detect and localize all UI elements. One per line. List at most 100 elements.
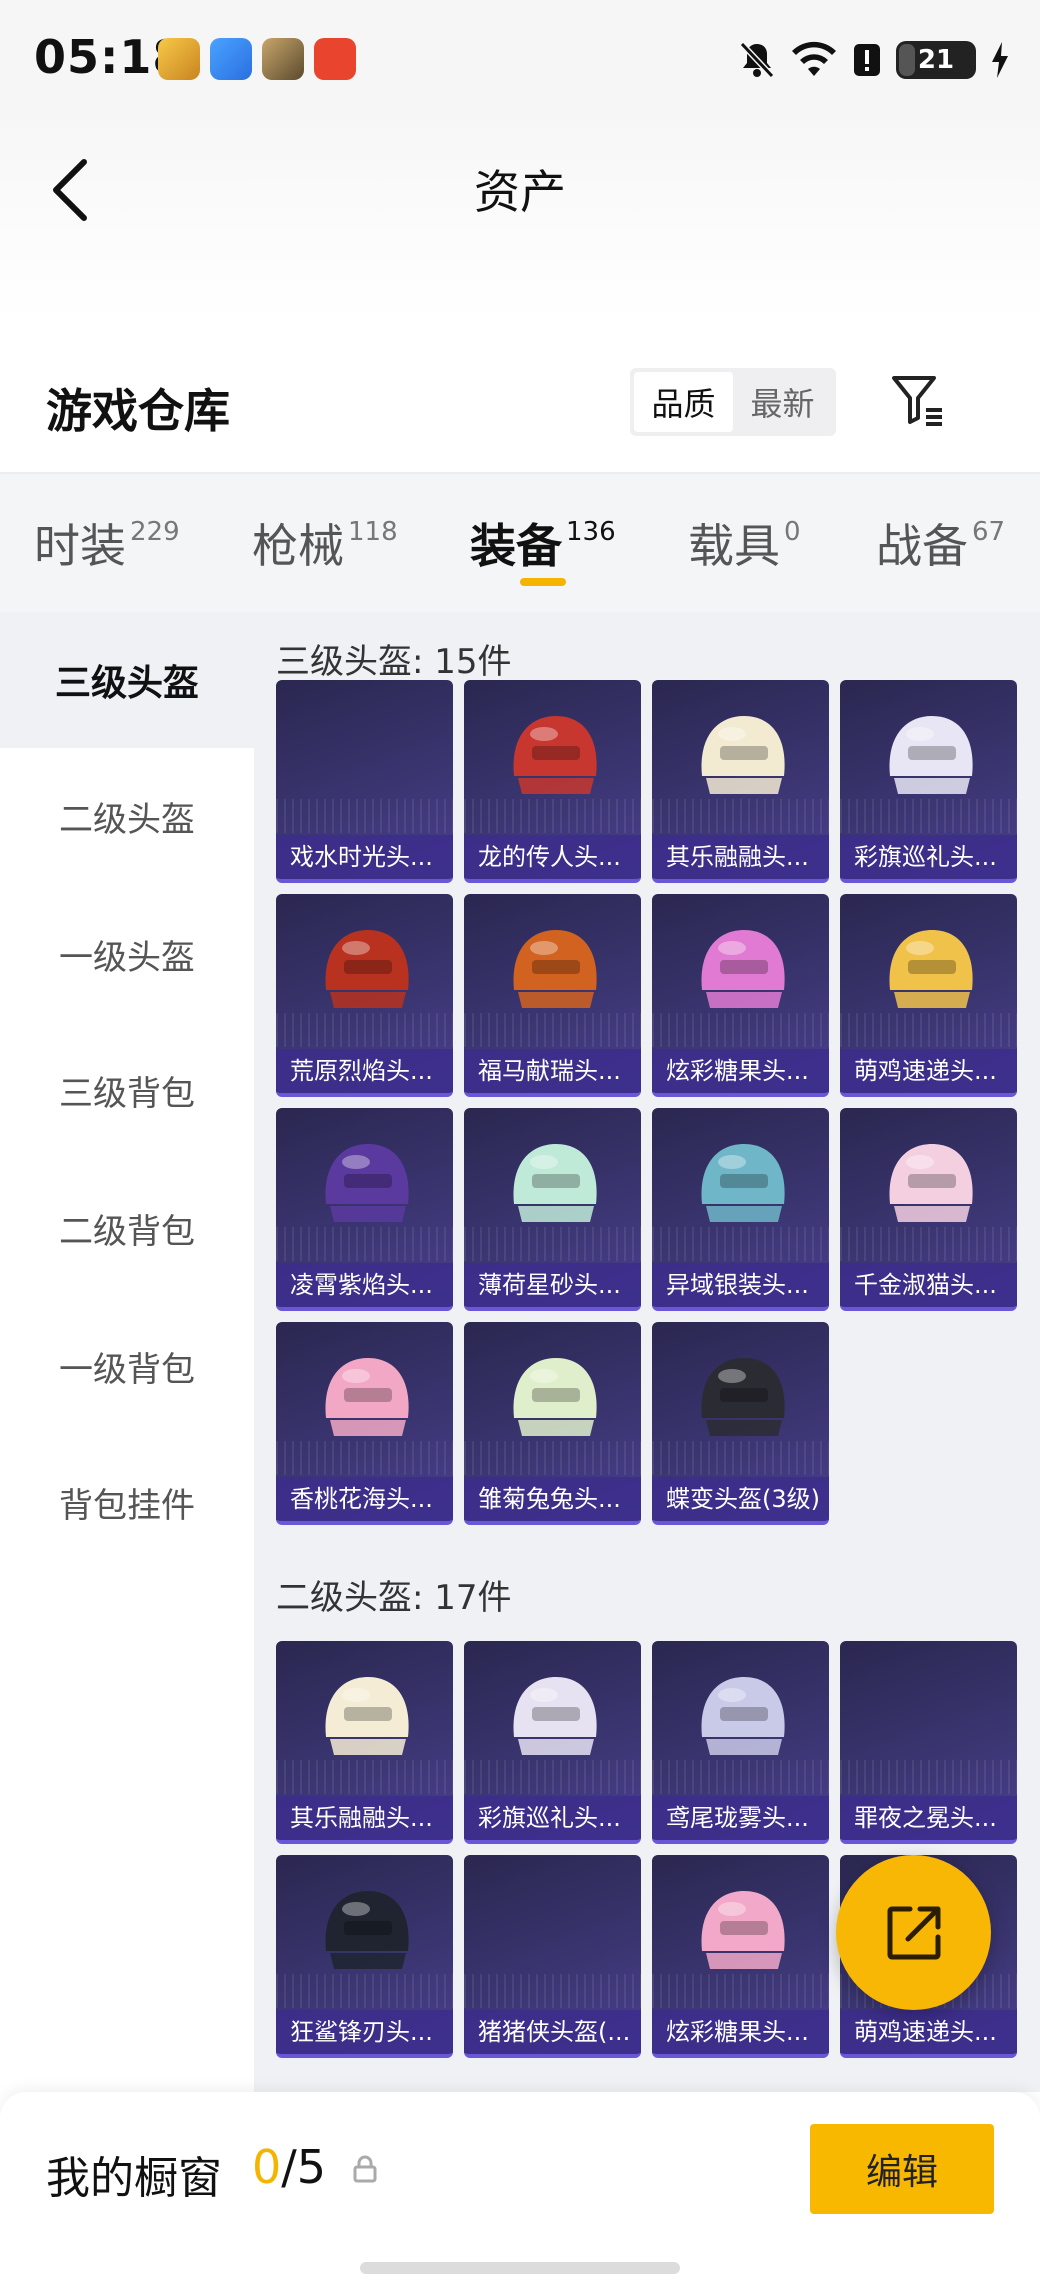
share-button[interactable] [836, 1855, 991, 2010]
item-card-label: 罪夜之冕头... [840, 1796, 1017, 1840]
item-card-label: 福马献瑞头... [464, 1049, 641, 1093]
helmet-icon [701, 716, 785, 794]
helmet-icon [889, 716, 973, 794]
helmet-icon [701, 1677, 785, 1755]
item-card[interactable]: 萌鸡速递头... [840, 894, 1017, 1097]
battery-indicator: 21 [896, 41, 976, 79]
sort-by-latest[interactable]: 最新 [733, 372, 832, 432]
item-card[interactable]: 福马献瑞头... [464, 894, 641, 1097]
helmet-icon [889, 1144, 973, 1222]
tab-fashion[interactable]: 时装 229 [34, 510, 180, 576]
helmet-icon [513, 716, 597, 794]
sidebar-item-backpack-charm[interactable]: 背包挂件 [0, 1434, 254, 1570]
item-card[interactable]: 炫彩糖果头... [652, 894, 829, 1097]
showcase-label: 我的橱窗 [46, 2153, 222, 2204]
item-card[interactable]: 异域银装头... [652, 1108, 829, 1311]
item-card-label: 异域银装头... [652, 1263, 829, 1307]
helmet-icon [889, 930, 973, 1008]
item-card-label: 狂鲨锋刃头... [276, 2010, 453, 2054]
helmet-icon [325, 930, 409, 1008]
item-card[interactable]: 彩旗巡礼头... [464, 1641, 641, 1844]
warehouse-title: 游戏仓库 [46, 384, 230, 438]
item-card-label: 炫彩糖果头... [652, 2010, 829, 2054]
item-card[interactable]: 雏菊兔兔头... [464, 1322, 641, 1525]
item-card-label: 萌鸡速递头... [840, 2010, 1017, 2054]
item-card[interactable]: 荒原烈焰头... [276, 894, 453, 1097]
helmet-icon [701, 1358, 785, 1436]
active-tab-indicator [520, 578, 566, 586]
item-card-label: 戏水时光头... [276, 835, 453, 879]
tab-weapons[interactable]: 枪械 118 [252, 510, 398, 576]
category-tabs: 时装 229 枪械 118 装备 136 载具 0 战备 67 [0, 472, 1040, 612]
item-card[interactable]: 龙的传人头... [464, 680, 641, 883]
helmet-icon [701, 1891, 785, 1969]
sidebar-item-level3-helmet[interactable]: 三级头盔 [0, 612, 254, 748]
helmet-icon [325, 1144, 409, 1222]
item-card-label: 猪猪侠头盔(... [464, 2010, 641, 2054]
helmet-icon [325, 1358, 409, 1436]
item-card-label: 蝶变头盔(3级) [652, 1477, 829, 1521]
item-card-label: 彩旗巡礼头... [840, 835, 1017, 879]
filter-icon [892, 376, 942, 426]
item-card-label: 萌鸡速递头... [840, 1049, 1017, 1093]
tab-vehicles[interactable]: 载具 0 [688, 510, 801, 576]
item-card[interactable]: 戏水时光头... [276, 680, 453, 883]
sort-toggle: 品质 最新 [630, 368, 836, 436]
item-card-label: 千金淑猫头... [840, 1263, 1017, 1307]
share-icon [887, 1906, 940, 1959]
mute-bell-icon [739, 41, 775, 79]
page-title: 资产 [474, 165, 566, 219]
helmet-icon [701, 930, 785, 1008]
lock-icon [353, 2155, 377, 2183]
security-app-icon [314, 38, 356, 80]
sidebar-item-level3-backpack[interactable]: 三级背包 [0, 1022, 254, 1158]
alert-icon [854, 44, 880, 76]
status-bar: 05:18 21 [0, 0, 1040, 120]
item-card[interactable]: 千金淑猫头... [840, 1108, 1017, 1311]
helmet-icon [513, 930, 597, 1008]
item-card[interactable]: 猪猪侠头盔(... [464, 1855, 641, 2058]
game-app-icon [158, 38, 200, 80]
sidebar-item-level1-helmet[interactable]: 一级头盔 [0, 886, 254, 1022]
item-card-label: 鸢尾珑雾头... [652, 1796, 829, 1840]
item-card-label: 其乐融融头... [276, 1796, 453, 1840]
helmet-icon [513, 1144, 597, 1222]
item-card[interactable]: 薄荷星砂头... [464, 1108, 641, 1311]
item-card[interactable]: 凌霄紫焰头... [276, 1108, 453, 1311]
tab-equipment[interactable]: 装备 136 [470, 510, 616, 576]
item-card-label: 龙的传人头... [464, 835, 641, 879]
item-card[interactable]: 其乐融融头... [652, 680, 829, 883]
item-card-label: 炫彩糖果头... [652, 1049, 829, 1093]
helmet-icon [513, 1358, 597, 1436]
filter-button[interactable] [888, 370, 948, 430]
item-card[interactable]: 蝶变头盔(3级) [652, 1322, 829, 1525]
wifi-icon [792, 41, 836, 76]
sidebar-item-level2-helmet[interactable]: 二级头盔 [0, 748, 254, 884]
item-card[interactable]: 鸢尾珑雾头... [652, 1641, 829, 1844]
sidebar-item-level1-backpack[interactable]: 一级背包 [0, 1298, 254, 1434]
item-card[interactable]: 其乐融融头... [276, 1641, 453, 1844]
charging-icon [992, 42, 1008, 78]
section-title-level3-helmet: 三级头盔: 15件 [276, 642, 512, 682]
item-card-label: 薄荷星砂头... [464, 1263, 641, 1307]
item-card[interactable]: 狂鲨锋刃头... [276, 1855, 453, 2058]
tab-supplies[interactable]: 战备 67 [876, 510, 1005, 576]
item-card-label: 彩旗巡礼头... [464, 1796, 641, 1840]
item-card[interactable]: 炫彩糖果头... [652, 1855, 829, 2058]
item-card[interactable]: 罪夜之冕头... [840, 1641, 1017, 1844]
helmet-icon [325, 1677, 409, 1755]
edit-button[interactable]: 编辑 [810, 2124, 994, 2214]
page-header: 资产 [0, 120, 1040, 320]
section-title-level2-helmet: 二级头盔: 17件 [276, 1578, 512, 1618]
home-indicator [360, 2262, 680, 2274]
item-card-label: 荒原烈焰头... [276, 1049, 453, 1093]
game-character-app-icon [262, 38, 304, 80]
helmet-icon [513, 1677, 597, 1755]
helmet-icon [325, 1891, 409, 1969]
showcase-count: 0/5 [252, 2140, 327, 2194]
sort-by-quality[interactable]: 品质 [634, 372, 733, 432]
item-card[interactable]: 香桃花海头... [276, 1322, 453, 1525]
equipment-sidebar: 三级头盔 二级头盔 一级头盔 三级背包 二级背包 一级背包 背包挂件 [0, 612, 254, 2092]
item-card[interactable]: 彩旗巡礼头... [840, 680, 1017, 883]
sidebar-item-level2-backpack[interactable]: 二级背包 [0, 1160, 254, 1296]
